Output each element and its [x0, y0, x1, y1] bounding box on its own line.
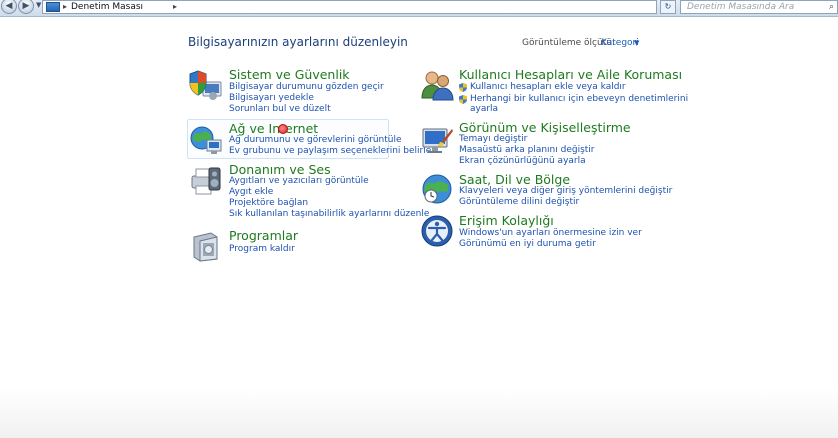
link-change-background[interactable]: Masaüstü arka planını değiştir	[459, 145, 595, 156]
link-change-keyboards[interactable]: Klavyeleri veya diğer giriş yöntemlerini…	[459, 186, 672, 197]
category-clock-language-region[interactable]: Saat, Dil ve Bölge	[459, 172, 570, 187]
link-view-devices-printers[interactable]: Aygıtları ve yazıcıları görüntüle	[229, 176, 369, 187]
clock-globe-icon[interactable]	[420, 172, 454, 206]
control-panel-icon	[46, 2, 60, 12]
link-connect-projector[interactable]: Projektöre bağlan	[229, 198, 308, 209]
link-find-fix-problems[interactable]: Sorunları bul ve düzelt	[229, 104, 331, 115]
search-input[interactable]: Denetim Masasında Ara ⌕	[680, 0, 838, 14]
printer-speaker-icon[interactable]	[189, 164, 223, 198]
link-let-windows-suggest[interactable]: Windows'un ayarları önermesine izin ver	[459, 228, 642, 239]
breadcrumb-control-panel[interactable]: Denetim Masası	[71, 1, 143, 13]
users-icon[interactable]	[420, 68, 454, 102]
category-user-accounts[interactable]: Kullanıcı Hesapları ve Aile Koruması	[459, 67, 682, 82]
monitor-brush-icon[interactable]	[420, 123, 454, 157]
breadcrumb-chevron-icon[interactable]: ▸	[63, 1, 67, 13]
link-uninstall-program[interactable]: Program kaldır	[229, 244, 295, 255]
category-appearance-personalization[interactable]: Görünüm ve Kişiselleştirme	[459, 120, 631, 135]
back-button[interactable]: ◀	[1, 0, 17, 14]
chevron-down-icon[interactable]: ▼	[634, 39, 639, 47]
ease-of-access-icon[interactable]	[420, 214, 454, 248]
link-add-device[interactable]: Aygıt ekle	[229, 187, 273, 198]
category-network-internet[interactable]: Ağ ve Internet	[229, 121, 318, 136]
link-screen-resolution[interactable]: Ekran çözünürlüğünü ayarla	[459, 156, 586, 167]
page-title: Bilgisayarınızın ayarlarını düzenleyin	[188, 35, 408, 49]
link-parental-controls-cont[interactable]: ayarla	[470, 104, 498, 115]
address-bar-strip: ◀ ▶ ▼ ▸ Denetim Masası ▸ ▼ ↻ Denetim Mas…	[0, 0, 838, 17]
category-system-security[interactable]: Sistem ve Güvenlik	[229, 67, 350, 82]
category-ease-of-access[interactable]: Erişim Kolaylığı	[459, 213, 554, 228]
refresh-button[interactable]: ↻	[660, 0, 676, 14]
uac-shield-icon	[459, 95, 467, 104]
link-change-theme[interactable]: Temayı değiştir	[459, 134, 527, 145]
link-homegroup-sharing[interactable]: Ev grubunu ve paylaşım seçeneklerini bel…	[229, 146, 431, 157]
category-programs[interactable]: Programlar	[229, 228, 298, 243]
bottom-fade	[0, 388, 838, 438]
link-parental-controls[interactable]: Herhangi bir kullanıcı için ebeveyn dene…	[470, 94, 688, 105]
mouse-cursor-highlight	[278, 124, 288, 134]
search-icon[interactable]: ⌕	[829, 1, 834, 13]
programs-box-icon[interactable]	[189, 229, 223, 263]
address-box[interactable]: ▸ Denetim Masası ▸ ▼	[42, 0, 692, 14]
uac-shield-icon	[459, 83, 467, 92]
breadcrumb-chevron-icon[interactable]: ▸	[173, 1, 177, 13]
link-add-remove-accounts[interactable]: Kullanıcı hesapları ekle veya kaldır	[470, 82, 626, 93]
link-view-network-status[interactable]: Ağ durumunu ve görevlerini görüntüle	[229, 135, 402, 146]
network-globe-icon[interactable]	[189, 123, 223, 157]
history-dropdown-icon[interactable]: ▼	[36, 1, 41, 9]
link-optimize-display[interactable]: Görünümü en iyi duruma getir	[459, 239, 596, 250]
forward-button[interactable]: ▶	[18, 0, 34, 14]
link-backup-computer[interactable]: Bilgisayarı yedekle	[229, 93, 314, 104]
search-placeholder: Denetim Masasında Ara	[687, 2, 795, 12]
link-review-computer-status[interactable]: Bilgisayar durumunu gözden geçir	[229, 82, 384, 93]
category-hardware-sound[interactable]: Donanım ve Ses	[229, 162, 331, 177]
link-mobility-settings[interactable]: Sık kullanılan taşınabilirlik ayarlarını…	[229, 209, 429, 220]
link-change-display-language[interactable]: Görüntüleme dilini değiştir	[459, 197, 579, 208]
security-shield-icon[interactable]	[189, 68, 223, 102]
